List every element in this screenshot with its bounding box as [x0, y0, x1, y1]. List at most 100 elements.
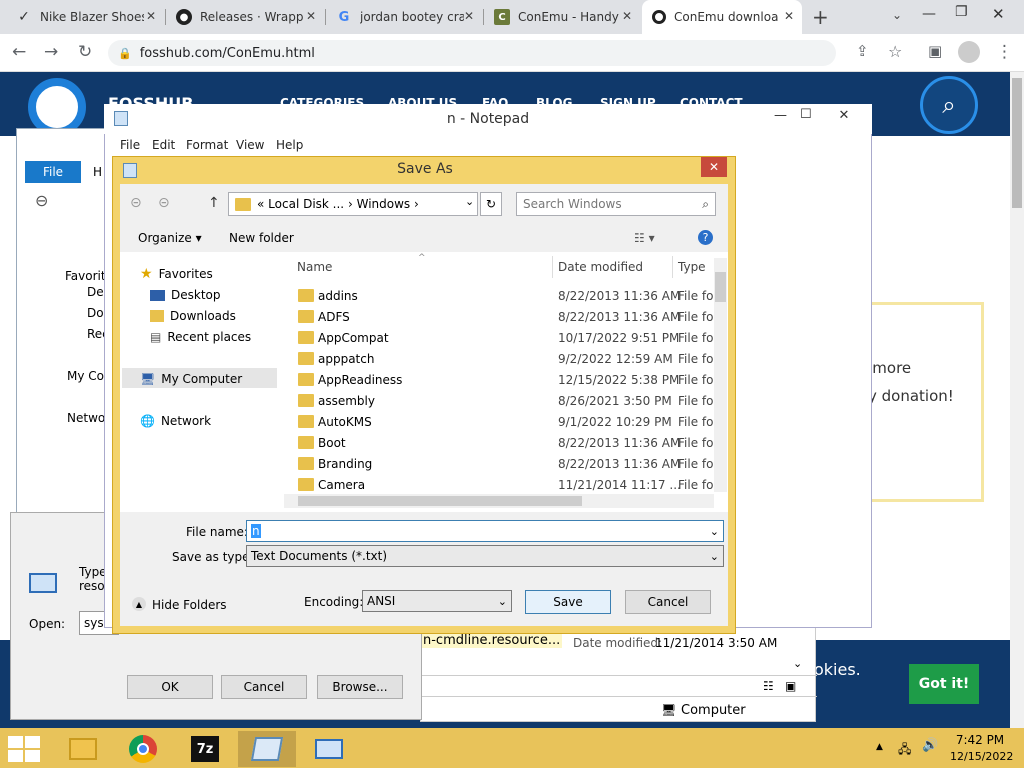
organize-button[interactable]: Organize ▾: [138, 231, 202, 245]
close-icon[interactable]: ✕: [701, 157, 727, 177]
nav-desktop[interactable]: Desktop: [150, 288, 221, 302]
7zip-icon[interactable]: 7z: [176, 731, 234, 767]
file-row[interactable]: assembly 8/26/2021 3:50 PM File fol: [296, 391, 717, 412]
menu-file[interactable]: File: [120, 138, 140, 152]
new-tab-button[interactable]: +: [812, 5, 829, 29]
nav-network[interactable]: 🌐 Network: [140, 414, 211, 428]
menu-edit[interactable]: Edit: [152, 138, 175, 152]
search-input[interactable]: Search Windows ⌕: [516, 192, 716, 216]
menu-format[interactable]: Format: [186, 138, 228, 152]
reload-icon[interactable]: ↻: [78, 42, 92, 62]
close-icon[interactable]: ✕: [464, 9, 474, 23]
nav-recent-places[interactable]: ▤ Recent places: [150, 330, 251, 344]
tree-network[interactable]: Netwo: [67, 411, 105, 425]
cancel-button[interactable]: Cancel: [221, 675, 307, 699]
tree-my-computer[interactable]: My Co: [67, 369, 104, 383]
tab-google[interactable]: G jordan bootey cra ✕: [326, 0, 482, 34]
nav-downloads[interactable]: Downloads: [150, 309, 236, 323]
minimize-icon[interactable]: —: [922, 6, 936, 22]
site-search-icon[interactable]: ⌕: [920, 76, 978, 134]
page-scrollbar[interactable]: [1010, 72, 1024, 728]
column-type[interactable]: Type: [678, 260, 706, 274]
file-row[interactable]: Branding 8/22/2013 11:36 AM File fol: [296, 454, 717, 475]
tree-favorites[interactable]: Favorit: [65, 269, 106, 283]
chevron-down-icon[interactable]: ⌄: [498, 595, 507, 608]
column-name[interactable]: Name: [297, 260, 332, 274]
cancel-button[interactable]: Cancel: [625, 590, 711, 614]
chevron-up-icon[interactable]: ▲: [132, 597, 146, 611]
back-icon[interactable]: ←: [12, 42, 26, 62]
close-icon[interactable]: ✕: [146, 9, 156, 23]
profile-avatar[interactable]: [958, 41, 980, 63]
side-panel-icon[interactable]: ▣: [928, 42, 942, 60]
url-bar[interactable]: 🔒 fosshub.com/ConEmu.html: [108, 40, 836, 66]
vertical-scrollbar[interactable]: [714, 258, 727, 492]
tab-search-icon[interactable]: ⌄: [892, 8, 902, 22]
large-icons-view-icon[interactable]: ▣: [785, 679, 796, 693]
file-row[interactable]: apppatch 9/2/2022 12:59 AM File fol: [296, 349, 717, 370]
chevron-down-icon[interactable]: ⌄: [465, 195, 474, 208]
nav-my-computer[interactable]: 🖥 My Computer: [140, 372, 242, 386]
file-row[interactable]: AppReadiness 12/15/2022 5:38 PM File fol: [296, 370, 717, 391]
clock-time[interactable]: 7:42 PM: [950, 733, 1010, 747]
got-it-button[interactable]: Got it!: [909, 664, 979, 704]
run-taskbar-icon[interactable]: [300, 731, 358, 767]
restore-icon[interactable]: ❐: [955, 4, 968, 20]
file-row[interactable]: Camera 11/21/2014 11:17 ... File fol: [296, 475, 717, 496]
browse-button[interactable]: Browse...: [317, 675, 403, 699]
close-icon[interactable]: ✕: [822, 104, 866, 126]
chevron-down-icon[interactable]: ⌄: [710, 550, 719, 563]
start-button[interactable]: [8, 736, 40, 762]
nav-favorites[interactable]: ★ Favorites: [140, 266, 213, 282]
file-row[interactable]: addins 8/22/2013 11:36 AM File fol: [296, 286, 717, 307]
back-icon[interactable]: ⊖: [35, 191, 48, 210]
menu-dots-icon[interactable]: ⋮: [996, 42, 1013, 62]
tray-chevron-up-icon[interactable]: ▲: [876, 742, 883, 752]
explorer-home-tab[interactable]: H: [93, 165, 102, 179]
file-row[interactable]: Boot 8/22/2013 11:36 AM File fol: [296, 433, 717, 454]
file-row[interactable]: ADFS 8/22/2013 11:36 AM File fol: [296, 307, 717, 328]
notepad-taskbar-icon[interactable]: [238, 731, 296, 767]
view-options-icon[interactable]: ☷ ▾: [634, 231, 655, 245]
hide-folders-button[interactable]: Hide Folders: [152, 598, 227, 612]
save-type-select[interactable]: Text Documents (*.txt) ⌄: [246, 545, 724, 567]
file-explorer-icon[interactable]: [54, 731, 112, 767]
refresh-icon[interactable]: ↻: [480, 192, 502, 216]
ok-button[interactable]: OK: [127, 675, 213, 699]
close-icon[interactable]: ✕: [784, 9, 794, 23]
network-tray-icon[interactable]: 🖧: [898, 740, 911, 761]
explorer-file-tab[interactable]: File: [25, 161, 81, 183]
menu-help[interactable]: Help: [276, 138, 303, 152]
share-icon[interactable]: ⇪: [856, 42, 869, 60]
chevron-down-icon[interactable]: ⌄: [710, 525, 719, 538]
volume-icon[interactable]: 🔊: [922, 738, 938, 753]
maximize-icon[interactable]: ☐: [800, 107, 812, 122]
close-icon[interactable]: ✕: [622, 9, 632, 23]
encoding-select[interactable]: ANSI ⌄: [362, 590, 512, 612]
forward-icon[interactable]: ⊝: [158, 195, 170, 211]
file-row[interactable]: AppCompat 10/17/2022 9:51 PM File fol: [296, 328, 717, 349]
forward-icon[interactable]: →: [44, 42, 58, 62]
chrome-icon[interactable]: [114, 731, 172, 767]
file-row-name[interactable]: n-cmdline.resource...: [421, 633, 563, 648]
file-name-input[interactable]: n ⌄: [246, 520, 724, 542]
breadcrumb[interactable]: « Local Disk ... › Windows › ⌄: [228, 192, 478, 216]
back-icon[interactable]: ⊝: [130, 195, 142, 211]
minimize-icon[interactable]: —: [774, 108, 787, 123]
chevron-down-icon[interactable]: ⌄: [793, 657, 802, 670]
close-icon[interactable]: ✕: [306, 9, 316, 23]
help-icon[interactable]: ?: [698, 230, 713, 245]
bookmark-star-icon[interactable]: ☆: [888, 42, 902, 61]
file-row[interactable]: AutoKMS 9/1/2022 10:29 PM File fol: [296, 412, 717, 433]
horizontal-scrollbar[interactable]: [284, 494, 714, 508]
up-arrow-icon[interactable]: ↑: [208, 195, 220, 211]
details-view-icon[interactable]: ☷: [763, 679, 774, 693]
breadcrumb-local-disk[interactable]: Local Disk ...: [268, 197, 344, 211]
tab-conemu[interactable]: C ConEmu - Handy ✕: [484, 0, 640, 34]
tab-nike[interactable]: ✓ Nike Blazer Shoes ✕: [6, 0, 164, 34]
tab-github[interactable]: ● Releases · Wrapper ✕: [166, 0, 324, 34]
new-folder-button[interactable]: New folder: [229, 231, 294, 245]
close-window-icon[interactable]: ✕: [992, 5, 1005, 23]
save-button[interactable]: Save: [525, 590, 611, 614]
breadcrumb-windows[interactable]: Windows: [357, 197, 411, 211]
